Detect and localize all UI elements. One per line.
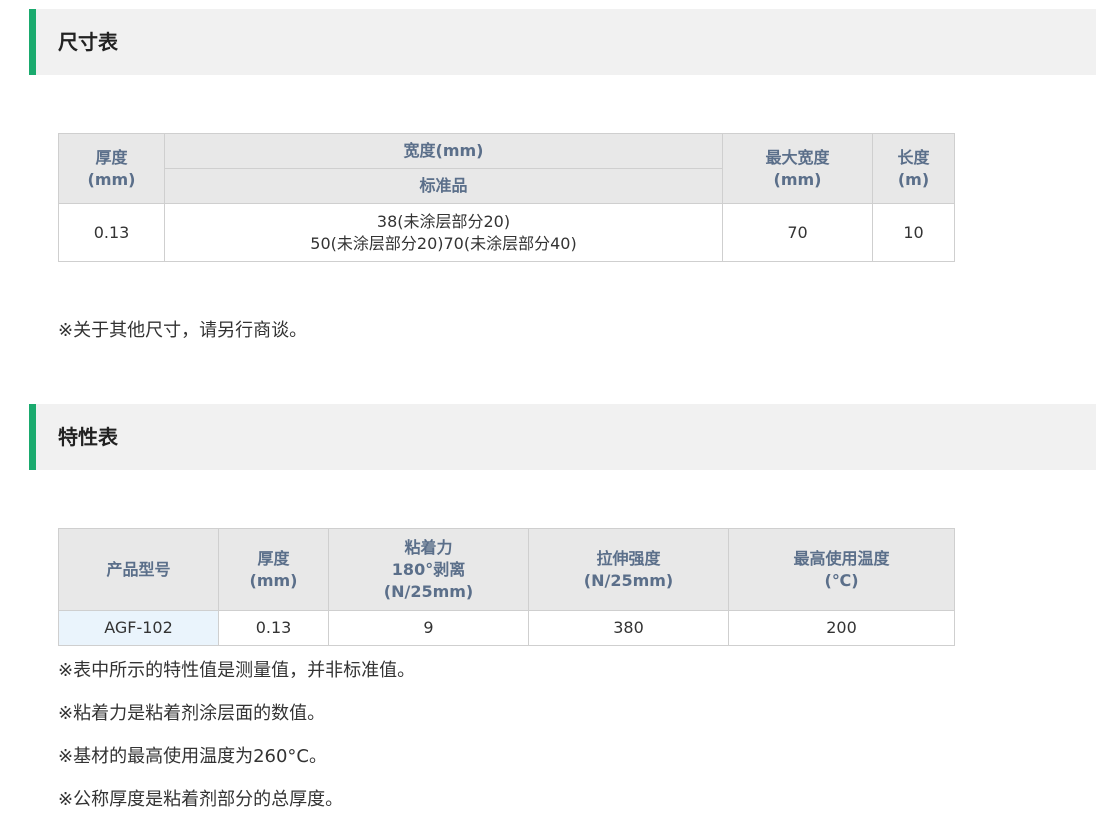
section-header-size: 尺寸表 [29,9,1096,75]
size-table: 厚度 (mm) 宽度(mm) 最大宽度 (mm) 长度 (m) 标准品 0.13… [58,133,955,262]
section-title: 特性表 [58,425,118,449]
property-note: ※粘着力是粘着剂涂层面的数值。 [58,703,326,724]
header-model: 产品型号 [58,528,219,611]
header-width: 宽度(mm) [164,133,723,169]
cell-standard: 38(未涂层部分20) 50(未涂层部分20)70(未涂层部分40) [164,203,723,262]
header-standard: 标准品 [164,168,723,204]
property-note: ※表中所示的特性值是测量值，并非标准值。 [58,660,416,681]
cell-max-temp: 200 [728,610,955,646]
cell-thickness: 0.13 [58,203,165,262]
cell-tensile: 380 [528,610,729,646]
size-note: ※关于其他尺寸，请另行商谈。 [58,320,308,341]
cell-adhesion: 9 [328,610,529,646]
header-adhesion: 粘着力 180°剥离 (N/25mm) [328,528,529,611]
property-table: 产品型号 厚度 (mm) 粘着力 180°剥离 (N/25mm) 拉伸强度 (N… [58,528,955,646]
header-max-width: 最大宽度 (mm) [722,133,873,204]
header-length: 长度 (m) [872,133,955,204]
header-tensile: 拉伸强度 (N/25mm) [528,528,729,611]
property-note: ※基材的最高使用温度为260°C。 [58,746,328,767]
section-header-property: 特性表 [29,404,1096,470]
cell-model: AGF-102 [58,610,219,646]
header-thickness: 厚度 (mm) [218,528,329,611]
header-max-temp: 最高使用温度 (℃) [728,528,955,611]
property-note: ※公称厚度是粘着剂部分的总厚度。 [58,789,344,810]
cell-length: 10 [872,203,955,262]
cell-thickness: 0.13 [218,610,329,646]
section-title: 尺寸表 [58,30,118,54]
header-thickness: 厚度 (mm) [58,133,165,204]
cell-max-width: 70 [722,203,873,262]
